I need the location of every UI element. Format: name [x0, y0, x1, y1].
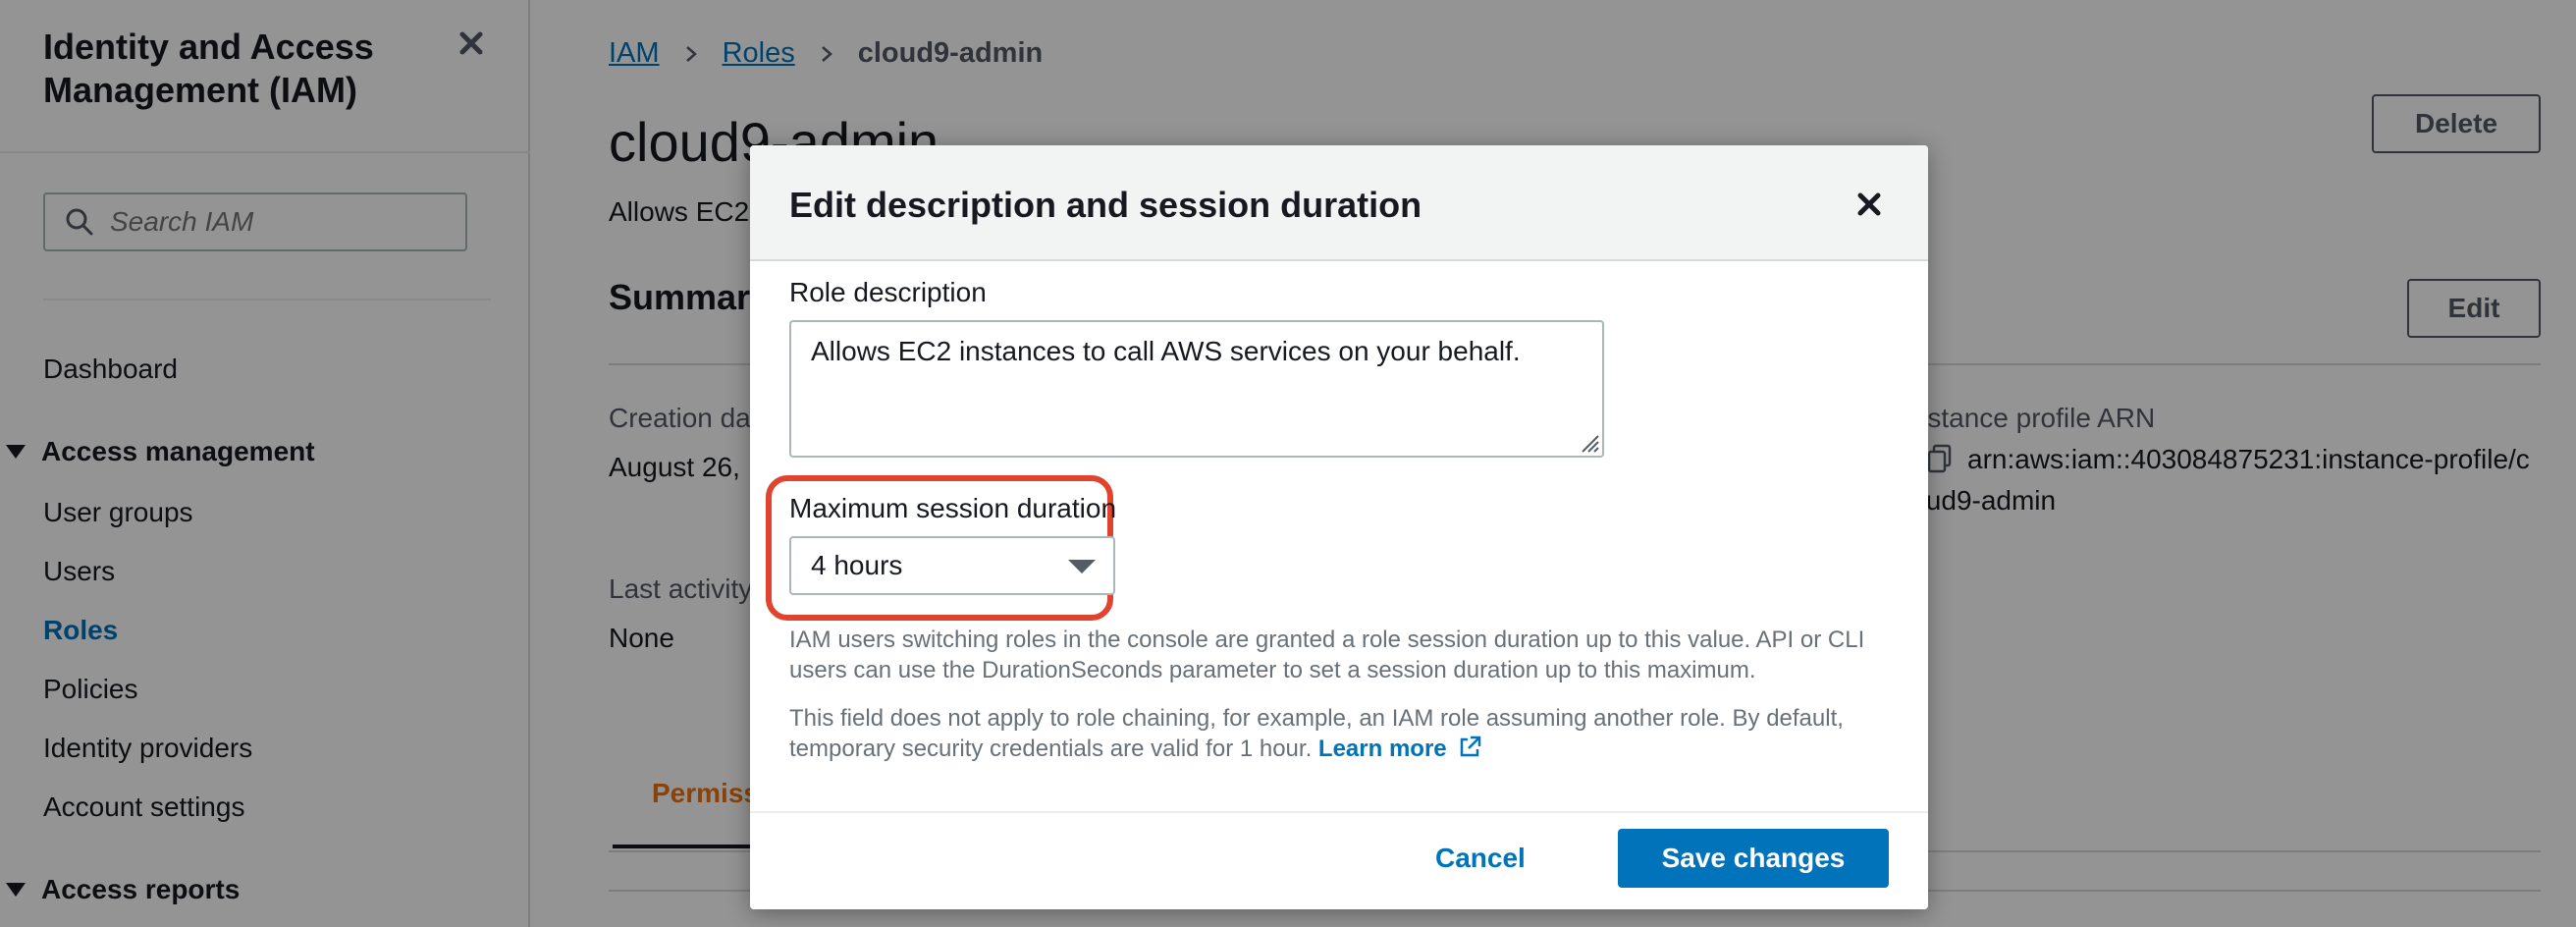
- caret-down-icon: [1068, 560, 1096, 573]
- role-description-label: Role description: [789, 277, 987, 307]
- edit-description-modal: Edit description and session duration Ro…: [750, 145, 1928, 909]
- learn-more-link[interactable]: Learn more: [1318, 736, 1482, 762]
- help-text-chaining-body: This field does not apply to role chaini…: [789, 705, 1844, 762]
- modal-footer: Cancel Save changes: [750, 811, 1928, 909]
- modal-title: Edit description and session duration: [789, 185, 1422, 225]
- help-text-duration: IAM users switching roles in the console…: [789, 627, 1865, 683]
- max-session-duration-select[interactable]: 4 hours: [789, 536, 1115, 595]
- select-value: 4 hours: [811, 550, 903, 580]
- max-session-duration-label: Maximum session duration: [789, 493, 1117, 523]
- role-description-textarea[interactable]: Allows EC2 instances to call AWS service…: [789, 320, 1604, 458]
- modal-close-button[interactable]: [1852, 187, 1887, 222]
- external-link-icon: [1461, 736, 1481, 757]
- cancel-button[interactable]: Cancel: [1435, 843, 1526, 874]
- help-text-chaining: This field does not apply to role chaini…: [789, 703, 1889, 764]
- close-icon: [1857, 192, 1881, 216]
- save-changes-button[interactable]: Save changes: [1618, 829, 1889, 888]
- learn-more-label: Learn more: [1317, 736, 1447, 762]
- resize-handle-icon[interactable]: [1577, 430, 1600, 454]
- modal-header: Edit description and session duration: [750, 145, 1928, 261]
